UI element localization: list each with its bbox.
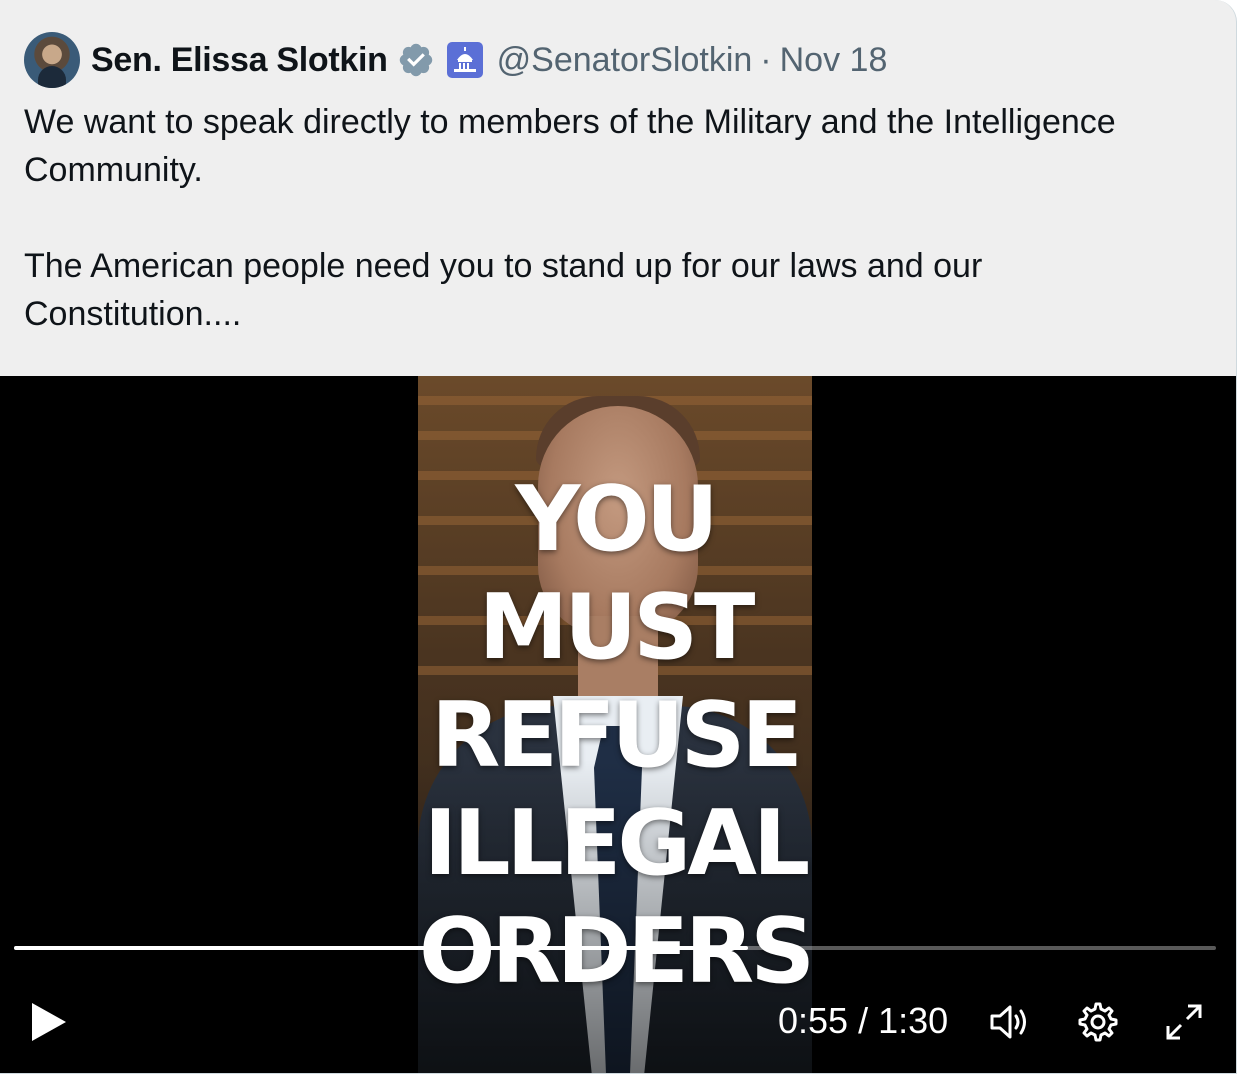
caption-line: YOU bbox=[515, 467, 719, 572]
author-handle[interactable]: @SenatorSlotkin bbox=[497, 41, 753, 80]
caption-line: ILLEGAL bbox=[423, 791, 811, 896]
gear-icon[interactable] bbox=[1072, 998, 1120, 1046]
tweet-paragraph: The American people need you to stand up… bbox=[24, 247, 983, 333]
video-progress-fill bbox=[14, 946, 749, 950]
expand-icon[interactable] bbox=[1160, 998, 1208, 1046]
tweet-date[interactable]: Nov 18 bbox=[780, 41, 888, 80]
caption-line: REFUSE bbox=[431, 683, 803, 788]
author-avatar[interactable] bbox=[24, 32, 80, 88]
video-progress-bar[interactable] bbox=[14, 946, 1216, 950]
caption-line: MUST bbox=[478, 575, 756, 680]
tweet-header: Sen. Elissa Slotkin @SenatorSlotkin · No… bbox=[24, 32, 888, 88]
video-time: 0:55 / 1:30 bbox=[778, 1000, 949, 1041]
capitol-icon bbox=[446, 42, 483, 78]
tweet-paragraph: We want to speak directly to members of … bbox=[24, 103, 1116, 189]
play-icon[interactable] bbox=[28, 1000, 70, 1044]
video-controls: 0:55 / 1:30 bbox=[0, 986, 1236, 1056]
author-name[interactable]: Sen. Elissa Slotkin bbox=[91, 41, 388, 80]
verified-check-icon bbox=[399, 43, 432, 77]
tweet-text: We want to speak directly to members of … bbox=[24, 98, 1204, 338]
separator-dot: · bbox=[760, 40, 772, 79]
video-player[interactable]: YOU MUST REFUSE ILLEGAL ORDERS 0:55 / 1:… bbox=[0, 376, 1236, 1073]
volume-icon[interactable] bbox=[986, 998, 1034, 1046]
video-caption-overlay: YOU MUST REFUSE ILLEGAL ORDERS bbox=[418, 466, 815, 1006]
tweet-card[interactable]: Sen. Elissa Slotkin @SenatorSlotkin · No… bbox=[0, 0, 1237, 1074]
